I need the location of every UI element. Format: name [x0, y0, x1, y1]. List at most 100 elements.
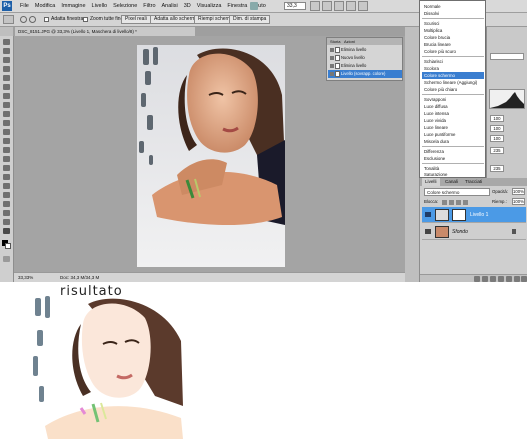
status-zoom[interactable]: 33,33% [18, 274, 33, 282]
blend-option[interactable]: Esclusione [422, 155, 484, 162]
blend-option[interactable]: Colore più chiaro [422, 86, 484, 93]
gradient-tool-icon[interactable] [3, 138, 10, 144]
magic-wand-tool-icon[interactable] [3, 66, 10, 72]
link-layers-icon[interactable] [474, 276, 480, 282]
value-field[interactable]: 235 [490, 165, 504, 172]
zoom-all-windows-checkbox[interactable] [83, 17, 88, 22]
add-mask-icon[interactable] [490, 276, 496, 282]
value-field[interactable]: 100 [490, 115, 504, 122]
trash-icon[interactable] [521, 276, 527, 282]
blend-mode-select[interactable]: Colore schermo [424, 188, 490, 196]
menu-3d[interactable]: 3D [181, 0, 194, 12]
blend-option[interactable]: Luce intensa [422, 110, 484, 117]
blend-option[interactable]: Saturazione [422, 171, 484, 178]
blend-option[interactable]: Luce puntiforme [422, 131, 484, 138]
arrange-documents-icon[interactable] [346, 1, 356, 11]
tab-actions[interactable]: Azioni [344, 38, 355, 45]
blend-option[interactable]: Colore brucia [422, 34, 484, 41]
menu-layer[interactable]: Livello [89, 0, 111, 12]
adjustment-layer-icon[interactable] [498, 276, 504, 282]
blend-option[interactable]: Brucia lineare [422, 41, 484, 48]
blend-option[interactable]: Moltiplica [422, 27, 484, 34]
new-layer-icon[interactable] [514, 276, 520, 282]
screen-mode-icon[interactable] [358, 1, 368, 11]
layer-style-icon[interactable] [482, 276, 488, 282]
lock-position-icon[interactable] [456, 200, 461, 205]
hand-tool-icon[interactable] [3, 219, 10, 225]
tab-history[interactable]: Storia [330, 38, 340, 45]
type-tool-icon[interactable] [3, 174, 10, 180]
print-size-button[interactable]: Dim. di stampa [229, 15, 271, 24]
actual-pixels-button[interactable]: Pixel reali [121, 15, 151, 24]
lasso-tool-icon[interactable] [3, 57, 10, 63]
menu-select[interactable]: Selezione [110, 0, 140, 12]
blend-option[interactable]: Scolora [422, 65, 484, 72]
layer-row-selected[interactable]: Livello 1 [422, 207, 526, 223]
menu-window[interactable]: Finestra [224, 0, 250, 12]
quick-mask-icon[interactable] [3, 256, 10, 262]
history-brush-tool-icon[interactable] [3, 120, 10, 126]
crop-tool-icon[interactable] [3, 75, 10, 81]
history-step[interactable]: Nuovo livello [328, 54, 402, 62]
blend-option[interactable]: Sovrapponi [422, 96, 484, 103]
blend-option[interactable]: Schiarisci [422, 58, 484, 65]
dodge-tool-icon[interactable] [3, 156, 10, 162]
resize-windows-checkbox[interactable] [44, 17, 49, 22]
background-color-swatch[interactable] [5, 243, 11, 249]
opacity-field[interactable]: 100% [512, 188, 525, 195]
zoom-tool-icon[interactable] [322, 1, 332, 11]
blend-option[interactable]: Dissolvi [422, 10, 484, 17]
zoom-in-icon[interactable] [20, 16, 27, 23]
3d-orbit-tool-icon[interactable] [3, 210, 10, 216]
zoom-level-select[interactable]: 33,3 [284, 2, 306, 10]
history-step[interactable]: Elimina livello [328, 62, 402, 70]
bridge-icon[interactable] [250, 2, 258, 10]
layer-mask-thumbnail[interactable] [452, 209, 466, 221]
history-step-selected[interactable]: Livello (sovrapp. colore) [328, 70, 402, 78]
pen-tool-icon[interactable] [3, 165, 10, 171]
zoom-tool-icon[interactable] [3, 228, 10, 234]
eraser-tool-icon[interactable] [3, 129, 10, 135]
blend-option[interactable]: Luce diffusa [422, 103, 484, 110]
rotate-view-icon[interactable] [334, 1, 344, 11]
zoom-tool-preset-icon[interactable] [3, 15, 14, 24]
channel-select[interactable] [490, 53, 524, 60]
healing-brush-tool-icon[interactable] [3, 93, 10, 99]
marquee-tool-icon[interactable] [3, 48, 10, 54]
fill-field[interactable]: 100% [512, 198, 525, 205]
new-group-icon[interactable] [506, 276, 512, 282]
value-field[interactable]: 235 [490, 147, 504, 154]
menu-analysis[interactable]: Analisi [159, 0, 181, 12]
history-step[interactable]: Elimina livello [328, 46, 402, 54]
blend-option[interactable]: Colore più scuro [422, 48, 484, 55]
value-field[interactable]: 100 [490, 135, 504, 142]
blend-option[interactable]: Schermo lineare (Aggiungi) [422, 79, 484, 86]
layer-row[interactable]: Sfondo [422, 224, 526, 240]
menu-edit[interactable]: Modifica [32, 0, 58, 12]
blend-option[interactable]: Luce lineare [422, 124, 484, 131]
menu-file[interactable]: File [17, 0, 32, 12]
hand-tool-icon[interactable] [310, 1, 320, 11]
lock-all-icon[interactable] [463, 200, 468, 205]
lock-pixels-icon[interactable] [449, 200, 454, 205]
zoom-out-icon[interactable] [29, 16, 36, 23]
menu-view[interactable]: Visualizza [194, 0, 225, 12]
tab-layers[interactable]: Livelli [422, 178, 440, 186]
tab-paths[interactable]: Tracciati [462, 178, 485, 186]
lock-transparency-icon[interactable] [442, 200, 447, 205]
move-tool-icon[interactable] [3, 39, 10, 45]
value-field[interactable]: 100 [490, 125, 504, 132]
blend-option[interactable]: Differenza [422, 148, 484, 155]
3d-rotate-tool-icon[interactable] [3, 201, 10, 207]
eye-icon[interactable] [425, 212, 431, 217]
blend-option[interactable]: Scurisci [422, 20, 484, 27]
tab-channels[interactable]: Canali [442, 178, 461, 186]
menu-filter[interactable]: Filtro [140, 0, 158, 12]
shape-tool-icon[interactable] [3, 192, 10, 198]
blend-option[interactable]: Luce vivida [422, 117, 484, 124]
menu-image[interactable]: Immagine [58, 0, 88, 12]
clone-stamp-tool-icon[interactable] [3, 111, 10, 117]
brush-tool-icon[interactable] [3, 102, 10, 108]
path-selection-tool-icon[interactable] [3, 183, 10, 189]
blend-option[interactable]: Normale [422, 3, 484, 10]
